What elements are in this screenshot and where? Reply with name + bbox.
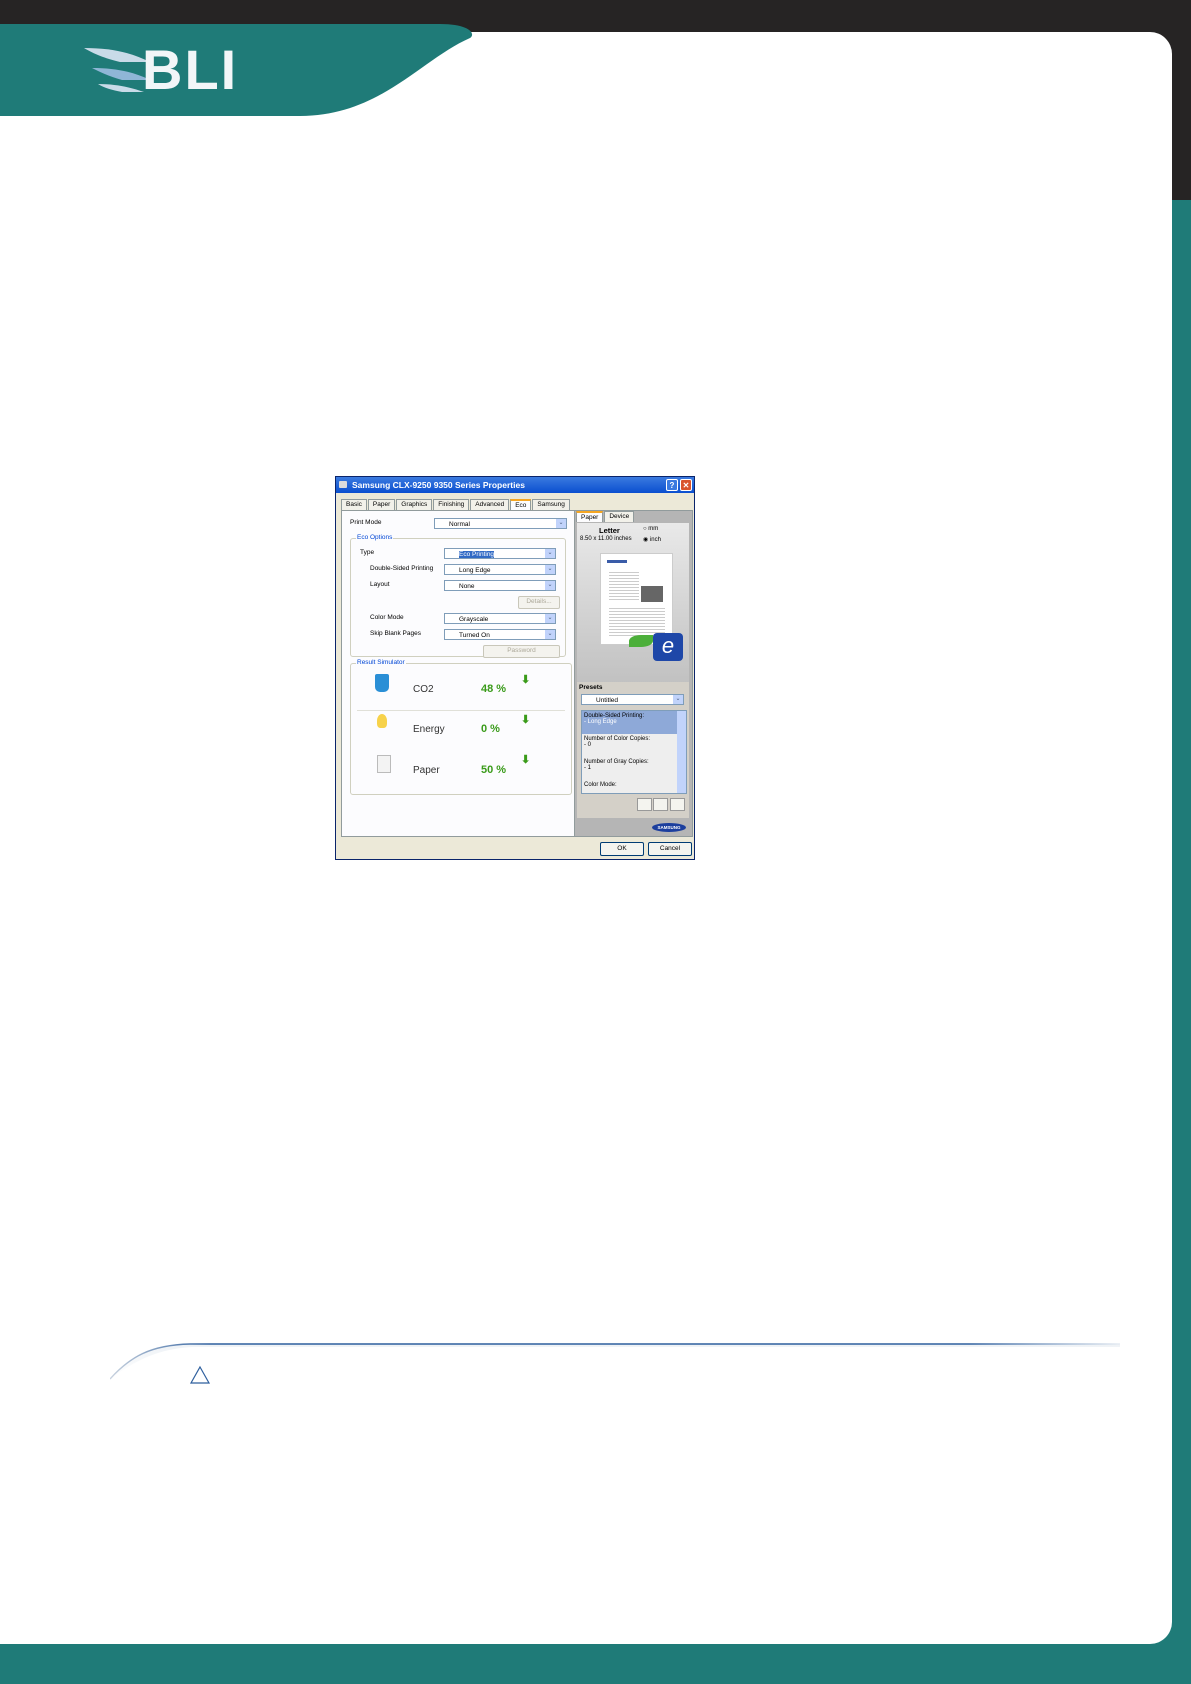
paper-label: Paper: [413, 765, 440, 776]
eco-logo-icon: e: [653, 633, 683, 661]
divider: [357, 710, 565, 711]
color-mode-select[interactable]: Grayscale ⌄: [444, 613, 556, 624]
preset-item-value: - 0: [584, 742, 592, 748]
paper-value: 50 %: [481, 764, 507, 776]
tab-finishing[interactable]: Finishing: [433, 499, 470, 510]
chevron-down-icon: ⌄: [545, 581, 555, 590]
preset-item-title: Color Mode:: [584, 782, 617, 788]
paper-size: 8.50 x 11.00 inches: [580, 536, 632, 542]
chevron-down-icon: ⌄: [545, 565, 555, 574]
lightbulb-icon: [377, 714, 387, 728]
preview-panel: Paper Device Letter 8.50 x 11.00 inches …: [574, 510, 693, 837]
print-mode-label: Print Mode: [350, 519, 382, 526]
presets-scrollbar[interactable]: [677, 711, 686, 793]
tab-preview-device[interactable]: Device: [604, 511, 635, 522]
triangle-icon: [189, 1365, 211, 1384]
type-label: Type: [360, 549, 375, 556]
eco-options-label: Eco Options: [356, 534, 394, 541]
chevron-down-icon: ⌄: [673, 695, 683, 704]
unit-mm-label: mm: [648, 526, 659, 532]
layout-select[interactable]: None ⌄: [444, 580, 556, 591]
thumb-image: [641, 586, 663, 602]
dialog-titlebar: Samsung CLX-9250 9350 Series Properties …: [336, 477, 694, 493]
unit-inch-radio[interactable]: ◉ inch: [643, 536, 661, 543]
print-mode-value: Normal: [449, 521, 470, 528]
tab-preview-paper[interactable]: Paper: [576, 511, 604, 522]
co2-label: CO2: [413, 684, 434, 695]
thumb-text: [609, 570, 639, 600]
co2-value: 48 %: [481, 683, 507, 695]
chevron-down-icon: ⌄: [556, 519, 566, 528]
footer-rule: [110, 1343, 1120, 1380]
eco-options-group: Eco Options Type Eco Printing ⌄ Double-S…: [350, 534, 566, 658]
tab-graphics[interactable]: Graphics: [396, 499, 433, 510]
color-mode-label: Color Mode: [370, 614, 404, 621]
color-mode-value: Grayscale: [459, 616, 489, 623]
chevron-down-icon: ⌄: [545, 630, 555, 639]
preset-item[interactable]: Color Mode:: [582, 780, 678, 793]
unit-mm-radio[interactable]: ○ mm: [643, 526, 658, 532]
result-simulator-label: Result Simulator: [356, 659, 406, 666]
presets-value: Untitled: [596, 697, 619, 704]
layout-value: None: [459, 583, 475, 590]
samsung-logo: SAMSUNG: [652, 823, 686, 832]
delete-preset-icon[interactable]: [670, 798, 685, 811]
type-value: Eco Printing: [459, 551, 495, 558]
details-button[interactable]: Details...: [518, 596, 560, 609]
down-arrow-icon: ⬇: [521, 674, 531, 686]
double-sided-label: Double-Sided Printing: [370, 565, 434, 572]
double-sided-select[interactable]: Long Edge ⌄: [444, 564, 556, 575]
skip-blank-label: Skip Blank Pages: [370, 630, 421, 637]
presets-select[interactable]: Untitled ⌄: [581, 694, 684, 705]
down-arrow-icon: ⬇: [521, 754, 531, 766]
presets-area: Presets Untitled ⌄ Double-Sided Printing…: [577, 682, 689, 818]
tab-eco[interactable]: Eco: [510, 499, 532, 510]
down-arrow-icon: ⬇: [521, 714, 531, 726]
leaf-icon: [629, 635, 653, 647]
energy-label: Energy: [413, 724, 445, 735]
co2-cup-icon: [375, 674, 389, 692]
close-button[interactable]: ✕: [680, 479, 692, 491]
printer-properties-dialog: Samsung CLX-9250 9350 Series Properties …: [335, 476, 695, 860]
layout-label: Layout: [370, 581, 390, 588]
eco-panel: Print Mode Normal ⌄ Eco Options Type Eco…: [341, 510, 578, 837]
preset-item-value: - 1: [584, 765, 592, 771]
result-simulator-group: Result Simulator CO2 48 % ⬇ Energy 0 % ⬇…: [350, 659, 572, 795]
help-button[interactable]: ?: [666, 479, 678, 491]
new-preset-icon[interactable]: [637, 798, 652, 811]
cancel-button[interactable]: Cancel: [648, 842, 692, 856]
paper-icon: [377, 755, 391, 773]
type-select[interactable]: Eco Printing ⌄: [444, 548, 556, 559]
header-tab: [0, 24, 473, 116]
chevron-down-icon: ⌄: [545, 549, 555, 558]
tab-basic[interactable]: Basic: [341, 499, 367, 510]
ok-button[interactable]: OK: [600, 842, 644, 856]
skip-blank-select[interactable]: Turned On ⌄: [444, 629, 556, 640]
skip-blank-value: Turned On: [459, 632, 490, 639]
thumb-text-2: [609, 606, 665, 636]
energy-value: 0 %: [481, 723, 500, 735]
logo-text: BLI: [142, 38, 239, 101]
preview-tabs: Paper Device: [576, 511, 635, 522]
presets-list: Double-Sided Printing: - Long Edge Numbe…: [581, 710, 687, 794]
page-thumbnail: [600, 553, 673, 645]
printer-icon: [339, 481, 347, 488]
dialog-title: Samsung CLX-9250 9350 Series Properties: [352, 480, 525, 490]
tab-advanced[interactable]: Advanced: [470, 499, 510, 510]
save-preset-icon[interactable]: [653, 798, 668, 811]
double-sided-value: Long Edge: [459, 567, 491, 574]
print-mode-select[interactable]: Normal ⌄: [434, 518, 567, 529]
password-button[interactable]: Password: [483, 645, 560, 658]
tab-paper[interactable]: Paper: [367, 499, 396, 510]
dialog-tabs: Basic Paper Graphics Finishing Advanced …: [341, 499, 571, 510]
preset-item-value: - Long Edge: [584, 719, 617, 725]
presets-label: Presets: [579, 684, 603, 691]
chevron-down-icon: ⌄: [545, 614, 555, 623]
tab-samsung[interactable]: Samsung: [532, 499, 570, 510]
thumb-logo: [607, 560, 627, 563]
paper-name: Letter: [599, 526, 620, 535]
unit-inch-label: inch: [649, 537, 661, 543]
